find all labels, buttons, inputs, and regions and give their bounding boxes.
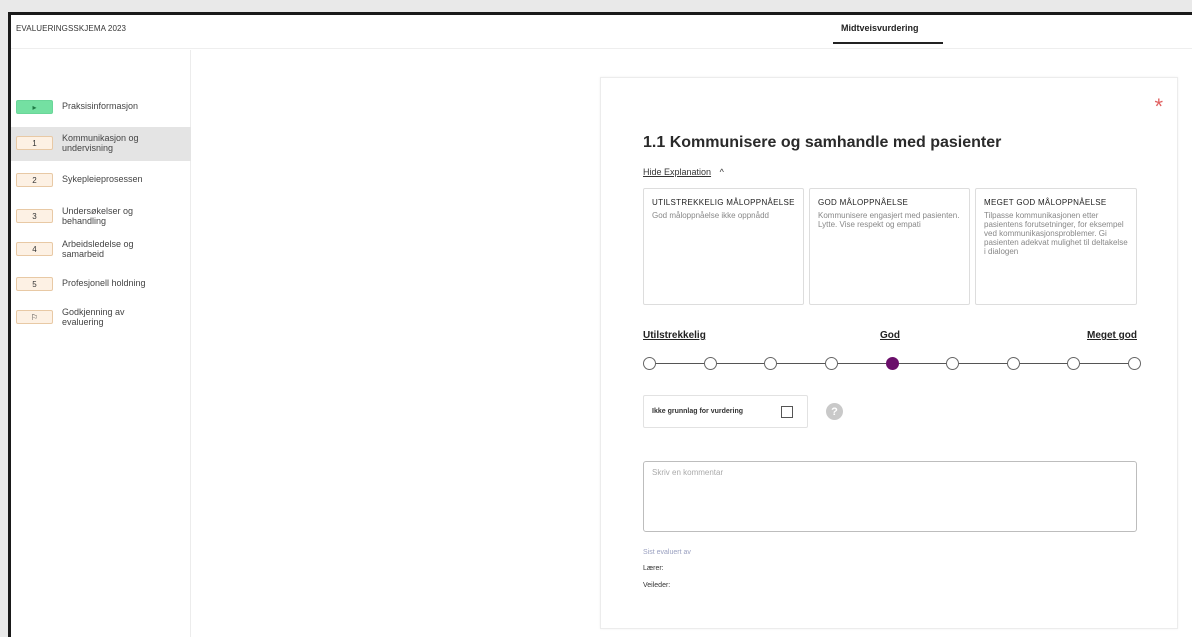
- sidebar-item-praksisinformasjon[interactable]: ▸ Praksisinformasjon: [11, 100, 191, 114]
- step-number: 2: [16, 173, 53, 187]
- sidebar-item-label: Godkjenning av evaluering: [62, 307, 125, 327]
- tab-midtveisvurdering[interactable]: Midtveisvurdering: [841, 23, 919, 33]
- explanation-very-good: MEGET GOD MÅLOPPNÅELSE Tilpasse kommunik…: [975, 188, 1137, 305]
- explanation-insufficient: UTILSTREKKELIG MÅLOPPNÅELSE God måloppnå…: [643, 188, 804, 305]
- explanation-text: God måloppnåelse ikke oppnådd: [652, 211, 769, 220]
- sidebar: ▸ Praksisinformasjon 1 Kommunikasjon og …: [11, 50, 191, 637]
- step-number: 1: [16, 136, 53, 150]
- rating-option-9[interactable]: [1128, 357, 1141, 370]
- rating-option-3[interactable]: [764, 357, 778, 370]
- teacher-label: Lærer:: [643, 565, 664, 572]
- explanation-title: GOD MÅLOPPNÅELSE: [818, 198, 909, 207]
- sidebar-item-godkjenning[interactable]: ⚐ Godkjenning av evaluering: [11, 306, 191, 327]
- sidebar-item-arbeidsledelse[interactable]: 4 Arbeidsledelse og samarbeid: [11, 238, 191, 259]
- explanation-title: MEGET GOD MÅLOPPNÅELSE: [984, 198, 1107, 207]
- explanation-good: GOD MÅLOPPNÅELSE Kommunisere engasjert m…: [809, 188, 970, 305]
- rating-option-8[interactable]: [1067, 357, 1081, 370]
- play-icon: ▸: [16, 100, 53, 114]
- rating-option-2[interactable]: [703, 357, 717, 370]
- rating-option-5[interactable]: [885, 357, 899, 370]
- explanation-text: Tilpasse kommunikasjonen etter pasienten…: [984, 211, 1128, 256]
- hide-explanation-label: Hide Explanation: [643, 167, 712, 177]
- evaluation-card: * 1.1 Kommunisere og samhandle med pasie…: [600, 77, 1178, 629]
- no-basis-checkbox[interactable]: [781, 406, 793, 418]
- sidebar-item-sykepleieprosessen[interactable]: 2 Sykepleieprosessen: [11, 173, 191, 187]
- sidebar-item-label: Arbeidsledelse og samarbeid: [62, 239, 134, 259]
- rating-option-4[interactable]: [824, 357, 838, 370]
- app-window: EVALUERINGSSKJEMA 2023 Midtveisvurdering…: [8, 12, 1192, 637]
- sidebar-item-label: Praksisinformasjon: [62, 101, 139, 111]
- rating-option-7[interactable]: [1006, 357, 1020, 370]
- step-number: 3: [16, 209, 53, 223]
- sidebar-item-label: Profesjonell holdning: [62, 278, 146, 288]
- active-tab-indicator: [833, 42, 943, 44]
- last-evaluated-label: Sist evaluert av: [643, 549, 691, 556]
- rating-option-6[interactable]: [946, 357, 960, 370]
- hide-explanation-toggle[interactable]: Hide Explanation ^: [643, 167, 724, 177]
- chevron-up-icon: ^: [719, 167, 724, 177]
- help-icon[interactable]: ?: [826, 403, 843, 420]
- supervisor-label: Veileder:: [643, 582, 671, 589]
- sidebar-item-label: Kommunikasjon og undervisning: [62, 133, 139, 153]
- sidebar-item-label: Undersøkelser og behandling: [62, 206, 134, 226]
- comment-textarea[interactable]: [643, 461, 1137, 532]
- rating-option-1[interactable]: [643, 357, 656, 370]
- scale-label-high: Meget god: [1087, 330, 1137, 341]
- no-basis-option: Ikke grunnlag for vurdering: [643, 395, 808, 428]
- top-bar: EVALUERINGSSKJEMA 2023 Midtveisvurdering: [11, 15, 1192, 49]
- page-title: 1.1 Kommunisere og samhandle med pasient…: [643, 134, 1002, 151]
- no-basis-label: Ikke grunnlag for vurdering: [652, 408, 744, 415]
- step-number: 4: [16, 242, 53, 256]
- sidebar-item-undersokelser[interactable]: 3 Undersøkelser og behandling: [11, 205, 191, 226]
- step-number: 5: [16, 277, 53, 291]
- explanation-text: Kommunisere engasjert med pasienten. Lyt…: [818, 211, 960, 229]
- explanation-title: UTILSTREKKELIG MÅLOPPNÅELSE: [652, 198, 795, 207]
- sidebar-item-label: Sykepleieprosessen: [62, 174, 143, 184]
- sidebar-item-profesjonell-holdning[interactable]: 5 Profesjonell holdning: [11, 277, 191, 291]
- flag-icon: ⚐: [16, 310, 53, 324]
- scale-label-low: Utilstrekkelig: [643, 330, 706, 341]
- required-asterisk-icon: *: [1154, 94, 1163, 119]
- scale-label-mid: God: [880, 330, 900, 341]
- app-title: EVALUERINGSSKJEMA 2023: [16, 24, 127, 33]
- sidebar-item-kommunikasjon[interactable]: 1 Kommunikasjon og undervisning: [11, 127, 191, 161]
